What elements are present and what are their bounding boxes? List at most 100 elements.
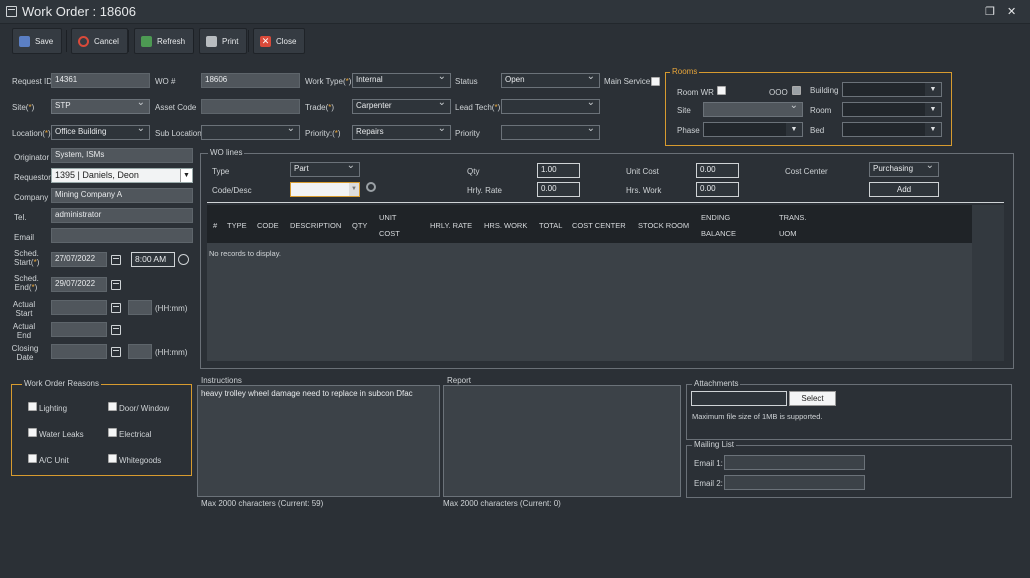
actual-start-time[interactable] (128, 300, 152, 315)
request-id-field[interactable]: 14361 (51, 73, 150, 88)
col-hrs-work[interactable]: HRS. WORK (484, 221, 527, 230)
ac-unit-checkbox[interactable] (28, 454, 37, 463)
sched-start-time[interactable]: 8:00 AM (131, 252, 175, 267)
hrly-rate-field[interactable]: 0.00 (537, 182, 580, 197)
attachment-file-field[interactable] (691, 391, 787, 406)
calendar-icon[interactable] (111, 255, 121, 265)
email1-field[interactable] (724, 455, 865, 470)
close-icon[interactable]: ✕ (1007, 5, 1016, 18)
search-icon[interactable] (366, 182, 376, 192)
site-select[interactable]: STP (51, 99, 150, 114)
refresh-button[interactable]: Refresh (134, 28, 195, 54)
calendar-icon[interactable] (111, 303, 121, 313)
actual-end-date[interactable] (51, 322, 107, 337)
qty-label: Qty (467, 167, 480, 176)
bed-select[interactable]: ▼ (842, 122, 942, 137)
sub-location-select[interactable] (201, 125, 300, 140)
instructions-textarea[interactable]: heavy trolley wheel damage need to repla… (197, 385, 440, 497)
priority-select[interactable]: Repairs (352, 125, 451, 140)
instructions-counter: Max 2000 characters (Current: 59) (201, 499, 324, 508)
close-button[interactable]: ✕ Close (253, 28, 306, 54)
save-button[interactable]: Save (12, 28, 63, 54)
lead-tech-select[interactable] (501, 99, 600, 114)
closing-time[interactable] (128, 344, 152, 359)
col-balance[interactable]: BALANCE (701, 229, 736, 238)
phase-select[interactable]: ▼ (703, 122, 803, 137)
col-ending[interactable]: ENDING (701, 213, 730, 222)
add-button[interactable]: Add (869, 182, 939, 197)
restore-icon[interactable]: ❐ (985, 5, 995, 18)
col-cost-center[interactable]: COST CENTER (572, 221, 626, 230)
hrs-work-label: Hrs. Work (626, 186, 662, 195)
dropdown-arrow-icon: ▼ (180, 169, 192, 182)
originator-field[interactable]: System, ISMs (51, 148, 193, 163)
col-number[interactable]: # (213, 221, 217, 230)
company-field[interactable]: Mining Company A (51, 188, 193, 203)
floppy-icon (19, 35, 30, 47)
main-service-checkbox[interactable] (651, 77, 660, 86)
email2-field[interactable] (724, 475, 865, 490)
location-select[interactable]: Office Building (51, 125, 150, 140)
room-wr-checkbox[interactable] (717, 86, 726, 95)
sched-end-date[interactable]: 29/07/2022 (51, 277, 107, 292)
col-hrly-rate[interactable]: HRLY. RATE (430, 221, 472, 230)
col-uom[interactable]: UOM (779, 229, 797, 238)
actual-start-date[interactable] (51, 300, 107, 315)
electrical-checkbox[interactable] (108, 428, 117, 437)
lead-tech-label: Lead Tech(*) (455, 103, 501, 112)
hrs-work-field[interactable]: 0.00 (696, 182, 739, 197)
report-textarea[interactable] (443, 385, 681, 497)
trade-select[interactable]: Carpenter (352, 99, 451, 114)
cancel-button[interactable]: Cancel (71, 28, 128, 54)
code-desc-field[interactable]: ▼ (290, 182, 360, 197)
col-cost[interactable]: COST (379, 229, 400, 238)
requestor-label: Requestor (14, 173, 51, 182)
select-file-button[interactable]: Select (789, 391, 836, 406)
building-select[interactable]: ▼ (842, 82, 942, 97)
lighting-checkbox[interactable] (28, 402, 37, 411)
col-stock-room[interactable]: STOCK ROOM (638, 221, 689, 230)
rooms-site-select[interactable] (703, 102, 803, 117)
actual-start-label: Actual Start (12, 300, 36, 318)
cancel-icon (78, 35, 89, 47)
requestor-field[interactable]: 1395 | Daniels, Deon ▼ (51, 168, 193, 183)
grid-scroll-area[interactable] (972, 205, 1004, 361)
email-label: Email (14, 233, 35, 242)
water-leaks-checkbox[interactable] (28, 428, 37, 437)
email-field[interactable] (51, 228, 193, 243)
toolbar-separator (193, 30, 194, 52)
qty-field[interactable]: 1.00 (537, 163, 580, 178)
rooms-title: Rooms (670, 67, 700, 76)
unit-cost-field[interactable]: 0.00 (696, 163, 739, 178)
door-window-checkbox[interactable] (108, 402, 117, 411)
cost-center-select[interactable]: Purchasing (869, 162, 939, 177)
work-type-select[interactable]: Internal (352, 73, 451, 88)
type-select[interactable]: Part (290, 162, 360, 177)
room-select[interactable]: ▼ (842, 102, 942, 117)
status-select[interactable]: Open (501, 73, 600, 88)
print-button[interactable]: Print (199, 28, 248, 54)
calendar-icon[interactable] (111, 325, 121, 335)
priority2-select[interactable] (501, 125, 600, 140)
asset-code-field[interactable] (201, 99, 300, 114)
col-trans[interactable]: TRANS. (779, 213, 807, 222)
email2-label: Email 2: (694, 479, 723, 488)
calendar-icon[interactable] (111, 280, 121, 290)
col-type[interactable]: TYPE (227, 221, 247, 230)
calendar-icon[interactable] (111, 347, 121, 357)
closing-date[interactable] (51, 344, 107, 359)
tel-field[interactable]: administrator (51, 208, 193, 223)
col-description[interactable]: DESCRIPTION (290, 221, 341, 230)
clock-icon[interactable] (178, 254, 189, 265)
whitegoods-checkbox[interactable] (108, 454, 117, 463)
electrical-label: Electrical (119, 430, 152, 439)
sched-start-date[interactable]: 27/07/2022 (51, 252, 107, 267)
wo-field[interactable]: 18606 (201, 73, 300, 88)
instructions-label: Instructions (201, 376, 242, 385)
col-total[interactable]: TOTAL (539, 221, 562, 230)
hrly-rate-label: Hrly. Rate (467, 186, 502, 195)
col-qty[interactable]: QTY (352, 221, 367, 230)
ooo-checkbox[interactable] (792, 86, 801, 95)
col-code[interactable]: CODE (257, 221, 279, 230)
col-unit[interactable]: UNIT (379, 213, 397, 222)
